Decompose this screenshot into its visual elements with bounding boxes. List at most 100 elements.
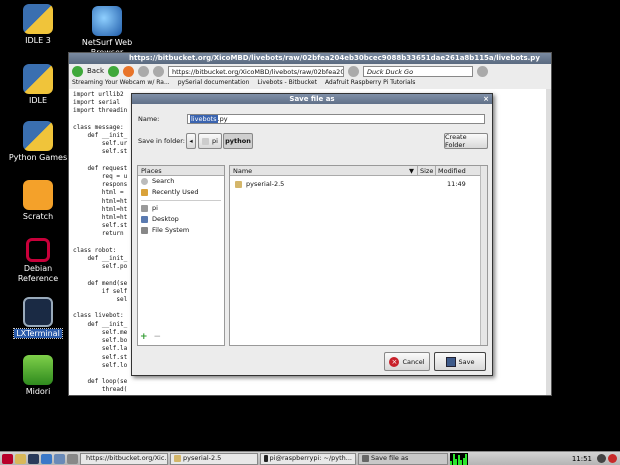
- python-icon: [23, 121, 53, 151]
- close-icon[interactable]: ×: [482, 94, 490, 104]
- bookmark-item[interactable]: Adafruit Raspberry Pi Tutorials: [325, 78, 415, 88]
- remove-icon[interactable]: −: [154, 332, 162, 342]
- desktop-icon-debian-reference[interactable]: Debian Reference: [3, 238, 73, 284]
- save-button[interactable]: Save: [434, 352, 486, 371]
- task-label: pyserial-2.5: [183, 454, 222, 462]
- desktop-icon-netsurf[interactable]: NetSurf Web Browser: [72, 6, 142, 58]
- place-pi[interactable]: pi: [138, 203, 224, 214]
- task-terminal[interactable]: pi@raspberrypi: ~/pyth...: [260, 452, 356, 465]
- path-segment-pi[interactable]: pi: [198, 133, 222, 149]
- window-icon: [362, 455, 369, 462]
- filename-selected-text: livebots: [190, 115, 218, 123]
- name-row: Name: livebots.py: [138, 114, 488, 124]
- cancel-label: Cancel: [402, 357, 425, 366]
- bookmark-item[interactable]: Livebots - Bitbucket: [257, 78, 317, 88]
- place-desktop[interactable]: Desktop: [138, 214, 224, 225]
- terminal-icon: [264, 455, 268, 462]
- desktop-icon-label: Scratch: [22, 212, 54, 221]
- minimize-all-icon[interactable]: [67, 453, 78, 464]
- path-back-button[interactable]: ◂: [186, 133, 196, 149]
- task-label: Save file as: [371, 454, 409, 462]
- column-size-header[interactable]: Size: [418, 166, 436, 175]
- forward-arrow-icon[interactable]: [108, 65, 119, 77]
- desktop-icon-label: Debian Reference: [17, 264, 59, 283]
- home-folder-icon: [202, 137, 210, 145]
- column-modified-header[interactable]: Modified: [436, 166, 478, 175]
- column-name-header[interactable]: Name ▼: [230, 166, 418, 175]
- filename-input[interactable]: livebots.py: [187, 114, 485, 124]
- task-file-manager[interactable]: pyserial-2.5: [170, 452, 258, 465]
- cancel-button[interactable]: × Cancel: [384, 352, 430, 371]
- files-header: Name ▼ Size Modified: [230, 166, 487, 176]
- python-icon: [23, 4, 53, 34]
- place-label: Search: [152, 177, 175, 185]
- cancel-icon: ×: [389, 356, 400, 367]
- save-in-row: Save in folder: ◂ pi python Create Folde…: [138, 132, 488, 150]
- places-panel: Places Search Recently Used pi Desktop F…: [137, 165, 225, 346]
- bookmark-item[interactable]: Streaming Your Webcam w/ Ra...: [72, 78, 170, 88]
- desktop-icon-scratch[interactable]: Scratch: [3, 180, 73, 222]
- code-line: thread(: [73, 386, 128, 394]
- go-icon[interactable]: [348, 65, 359, 77]
- place-label: File System: [152, 226, 190, 234]
- stop-icon[interactable]: [123, 65, 134, 77]
- desktop-icon-python-games[interactable]: Python Games: [3, 121, 73, 163]
- back-button[interactable]: Back: [87, 67, 104, 75]
- file-size: [419, 179, 437, 189]
- home-icon[interactable]: [153, 65, 164, 77]
- bookmark-item[interactable]: pySerial documentation: [178, 78, 250, 88]
- midori-icon: [23, 355, 53, 385]
- task-label: https://bitbucket.org/Xic...: [86, 454, 168, 462]
- chevron-left-icon: ◂: [189, 137, 193, 145]
- browser-scrollbar[interactable]: [546, 89, 551, 395]
- desktop-icon-lxterminal[interactable]: LXTerminal: [3, 297, 73, 339]
- desktop-icon-idle[interactable]: IDLE: [3, 64, 73, 106]
- terminal-icon[interactable]: [28, 453, 39, 464]
- create-folder-button[interactable]: Create Folder: [444, 133, 488, 149]
- scratch-icon: [23, 180, 53, 210]
- desktop-icon-midori[interactable]: Midori: [3, 355, 73, 397]
- search-input[interactable]: Duck Duck Go: [363, 65, 473, 77]
- file-manager-icon[interactable]: [15, 453, 26, 464]
- column-name-label: Name: [233, 167, 253, 175]
- browser-icon[interactable]: [41, 453, 52, 464]
- place-file-system[interactable]: File System: [138, 225, 224, 236]
- path-segment-label: python: [225, 137, 251, 145]
- lock-screen-icon[interactable]: [597, 454, 606, 463]
- back-arrow-icon[interactable]: [72, 65, 83, 77]
- desktop-icon-label: LXTerminal: [13, 328, 63, 339]
- folder-icon: [235, 180, 242, 188]
- task-label: pi@raspberrypi: ~/pyth...: [269, 454, 352, 462]
- menu-icon[interactable]: [477, 65, 488, 77]
- file-modified: 11:49: [447, 180, 466, 188]
- path-segment-python[interactable]: python: [223, 133, 253, 149]
- desktop-icon-idle3[interactable]: IDLE 3: [3, 4, 73, 46]
- power-icon[interactable]: [608, 454, 617, 463]
- reload-icon[interactable]: [138, 65, 149, 77]
- place-recently-used[interactable]: Recently Used: [138, 187, 224, 198]
- url-input[interactable]: https://bitbucket.org/XicoMBD/livebots/r…: [168, 65, 344, 77]
- floppy-disk-icon: [445, 356, 456, 367]
- task-browser[interactable]: https://bitbucket.org/Xic...: [80, 452, 168, 465]
- place-search[interactable]: Search: [138, 176, 224, 187]
- menu-launcher-icon[interactable]: [2, 453, 13, 464]
- clock: 11:51: [571, 454, 592, 463]
- sort-down-icon: ▼: [409, 167, 414, 175]
- add-icon[interactable]: +: [140, 332, 148, 342]
- browser-toolbar: Back https://bitbucket.org/XicoMBD/liveb…: [69, 64, 551, 78]
- folder-icon: [174, 455, 181, 462]
- code-line: def loop(se: [73, 378, 128, 386]
- home-folder-icon: [141, 205, 148, 212]
- taskbar: https://bitbucket.org/Xic... pyserial-2.…: [0, 451, 620, 465]
- desktop-icon-label: IDLE 3: [25, 36, 51, 45]
- desktop-icon[interactable]: [54, 453, 65, 464]
- files-scrollbar[interactable]: [480, 166, 487, 345]
- file-name-cell: pyserial-2.5: [231, 179, 419, 189]
- task-save-dialog[interactable]: Save file as: [358, 452, 448, 465]
- desktop-icon: [141, 216, 148, 223]
- search-icon: [141, 178, 148, 185]
- drive-icon: [141, 227, 148, 234]
- places-divider: [141, 200, 221, 201]
- file-row[interactable]: pyserial-2.5 11:49: [231, 179, 486, 189]
- save-label: Save: [458, 357, 475, 366]
